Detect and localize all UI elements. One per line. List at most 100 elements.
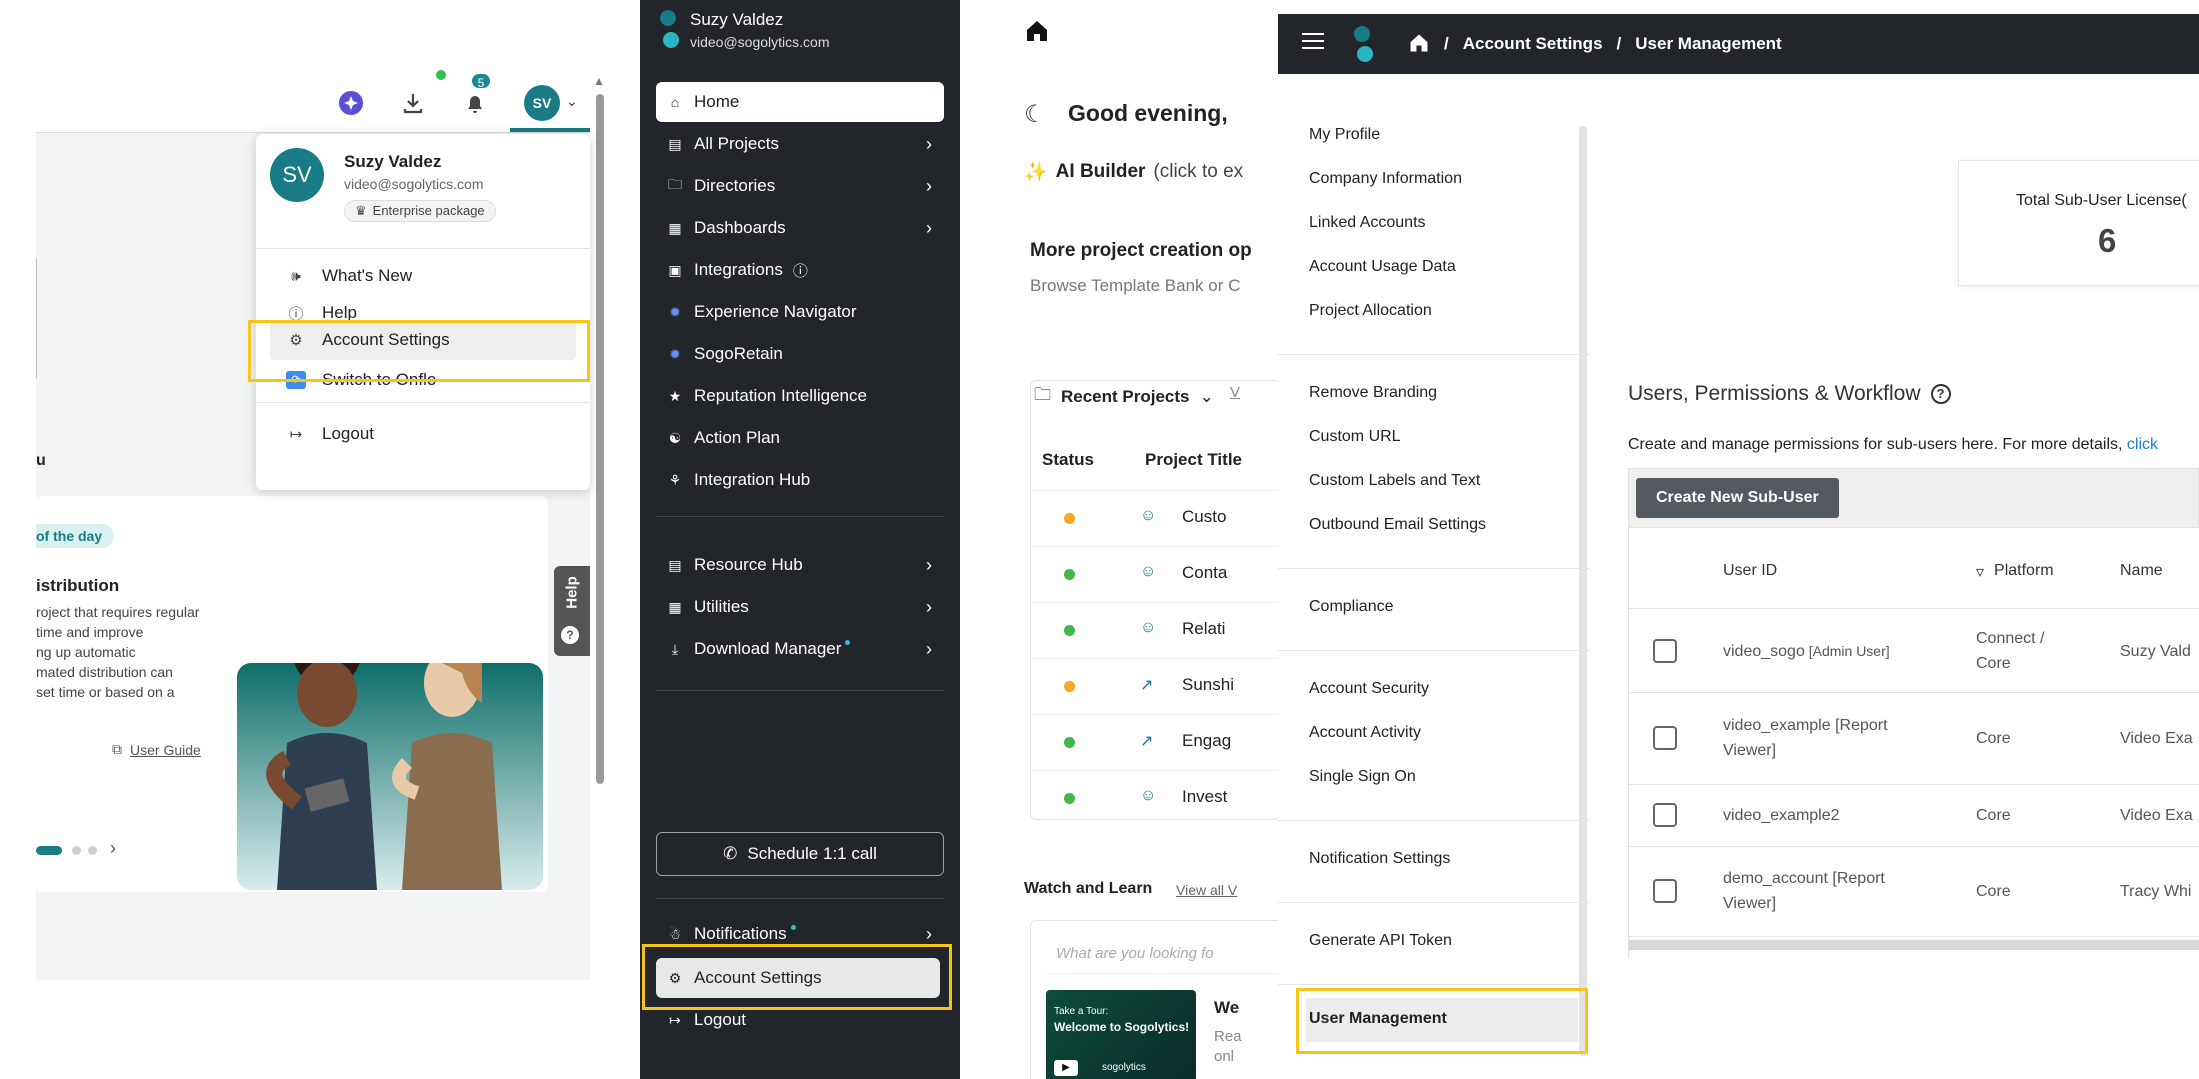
breadcrumb-separator: / <box>1444 34 1449 53</box>
logo-dot-top <box>660 10 676 26</box>
table-scrollbar[interactable] <box>1628 940 2199 950</box>
menu-avatar: SV <box>270 148 324 202</box>
more-options-title: More project creation op <box>1030 240 1252 261</box>
chevron-right-icon: › <box>926 923 932 944</box>
col-name[interactable]: Name <box>2120 562 2163 580</box>
settings-item[interactable]: Remove Branding <box>1309 384 1437 402</box>
nav-integration-hub[interactable]: ⚘ Integration Hub <box>656 460 944 500</box>
menu-item-whats-new[interactable]: 🕪 What's New <box>286 266 412 286</box>
chevron-right-icon: › <box>926 638 932 659</box>
table-divider <box>1628 608 2199 609</box>
license-label: Total Sub-User License( <box>2016 192 2187 209</box>
question-circle-icon[interactable]: ? <box>1930 384 1951 404</box>
crown-icon: ♛ <box>355 203 367 218</box>
status-dot <box>790 924 796 930</box>
user-avatar[interactable]: SV <box>524 85 560 121</box>
nav-all-projects[interactable]: ▤ All Projects › <box>656 124 944 164</box>
settings-item[interactable]: Linked Accounts <box>1309 214 1426 232</box>
chevron-right-icon: › <box>926 133 932 154</box>
settings-item[interactable]: Custom Labels and Text <box>1309 472 1480 490</box>
details-link[interactable]: click <box>2127 436 2158 453</box>
settings-item[interactable]: Single Sign On <box>1309 768 1416 786</box>
nav-download-manager[interactable]: ⤓ Download Manager › <box>656 629 944 669</box>
video-thumbnail[interactable]: Take a Tour: Welcome to Sogolytics! ▶ so… <box>1046 990 1196 1079</box>
nav-divider <box>656 690 944 691</box>
carousel-dot-active[interactable] <box>36 846 62 855</box>
nav-label: Home <box>694 92 740 111</box>
chevron-down-icon[interactable]: ⌄ <box>566 93 578 110</box>
person-star-icon: ☺ <box>1140 619 1157 636</box>
nav-label: Logout <box>694 1010 746 1029</box>
carousel-dot[interactable] <box>72 846 81 855</box>
breadcrumb-account-settings[interactable]: Account Settings <box>1463 34 1603 54</box>
chevron-right-icon[interactable]: › <box>110 838 116 859</box>
row-checkbox[interactable] <box>1653 803 1677 827</box>
help-tab[interactable]: ? Help <box>554 566 590 656</box>
home-icon[interactable] <box>1024 18 1050 44</box>
settings-item[interactable]: Account Activity <box>1309 724 1421 742</box>
row-checkbox[interactable] <box>1653 879 1677 903</box>
trend-icon: ↗ <box>1140 733 1154 750</box>
nav-action-plan[interactable]: ☯ Action Plan <box>656 418 944 458</box>
user-id-cell: demo_account [Report Viewer] <box>1723 870 1885 912</box>
user-guide-link[interactable]: ⧉ User Guide <box>112 741 201 758</box>
col-platform[interactable]: ▿ Platform <box>1976 562 2054 582</box>
project-row[interactable]: ☺ Custo <box>1030 490 1280 546</box>
project-row[interactable]: ↗ Sunshi <box>1030 658 1280 714</box>
nav-dashboards[interactable]: ▦ Dashboards › <box>656 208 944 248</box>
home-icon[interactable] <box>1408 32 1430 54</box>
bell-icon[interactable] <box>462 90 492 120</box>
settings-item[interactable]: Project Allocation <box>1309 302 1432 320</box>
video-search-input[interactable]: What are you looking fo <box>1046 934 1280 974</box>
nav-resource-hub[interactable]: ▤ Resource Hub › <box>656 545 944 585</box>
sidebar-scrollbar[interactable] <box>1579 126 1587 1056</box>
nav-home[interactable]: ⌂ Home <box>656 82 944 122</box>
nav-sogoretain[interactable]: ✹ SogoRetain <box>656 334 944 374</box>
table-divider <box>1628 846 2199 847</box>
ai-sparkle-icon[interactable] <box>338 90 368 120</box>
menu-item-help[interactable]: ⓘ Help <box>286 306 356 320</box>
logo-dot-bottom <box>1357 46 1373 62</box>
project-row[interactable]: ☺ Conta <box>1030 546 1280 602</box>
schedule-call-button[interactable]: ✆ Schedule 1:1 call <box>656 832 944 876</box>
ai-builder-link[interactable]: ✨ AI Builder (click to ex <box>1024 160 1243 184</box>
card-line: ng up automatic <box>36 644 136 660</box>
project-title: Conta <box>1182 563 1228 582</box>
row-checkbox[interactable] <box>1653 639 1677 663</box>
trend-icon: ↗ <box>1140 677 1154 694</box>
nav-label: Action Plan <box>694 428 780 447</box>
col-user-id[interactable]: User ID <box>1723 562 1777 580</box>
nav-integrations[interactable]: ▣ Integrations ⓘ <box>656 250 944 290</box>
project-row[interactable]: ↗ Engag <box>1030 714 1280 770</box>
settings-item[interactable]: Generate API Token <box>1309 932 1452 950</box>
settings-item[interactable]: My Profile <box>1309 126 1380 144</box>
col-platform-label: Platform <box>1994 562 2054 579</box>
settings-item[interactable]: Notification Settings <box>1309 850 1450 868</box>
download-icon[interactable] <box>400 90 430 120</box>
nav-utilities[interactable]: ▦ Utilities › <box>656 587 944 627</box>
settings-item[interactable]: Account Security <box>1309 680 1429 698</box>
row-checkbox[interactable] <box>1653 726 1677 750</box>
settings-item[interactable]: Company Information <box>1309 170 1462 188</box>
settings-item[interactable]: Account Usage Data <box>1309 258 1456 276</box>
action-plan-icon: ☯ <box>668 429 682 446</box>
scroll-up-arrow-icon[interactable]: ▲ <box>593 74 605 88</box>
nav-directories[interactable]: 🗀 Directories › <box>656 166 944 206</box>
status-dot <box>1064 737 1075 748</box>
scrollbar[interactable] <box>596 94 604 784</box>
nav-experience-navigator[interactable]: ✹ Experience Navigator <box>656 292 944 332</box>
create-sub-user-button[interactable]: Create New Sub-User <box>1636 478 1839 518</box>
carousel-dot[interactable] <box>88 846 97 855</box>
logo-dot-bottom <box>663 32 679 48</box>
nav-reputation-intelligence[interactable]: ★ Reputation Intelligence <box>656 376 944 416</box>
hamburger-menu-icon[interactable] <box>1302 33 1324 51</box>
project-row[interactable]: ☺ Invest <box>1030 770 1280 826</box>
settings-item[interactable]: Custom URL <box>1309 428 1401 446</box>
settings-item[interactable]: Compliance <box>1309 598 1393 616</box>
chevron-right-icon: › <box>926 175 932 196</box>
view-all-link[interactable]: View all V <box>1176 882 1237 898</box>
help-tab-label: Help <box>563 576 581 609</box>
settings-item[interactable]: Outbound Email Settings <box>1309 516 1486 534</box>
menu-item-logout[interactable]: ↦ Logout <box>286 424 374 444</box>
project-row[interactable]: ☺ Relati <box>1030 602 1280 658</box>
